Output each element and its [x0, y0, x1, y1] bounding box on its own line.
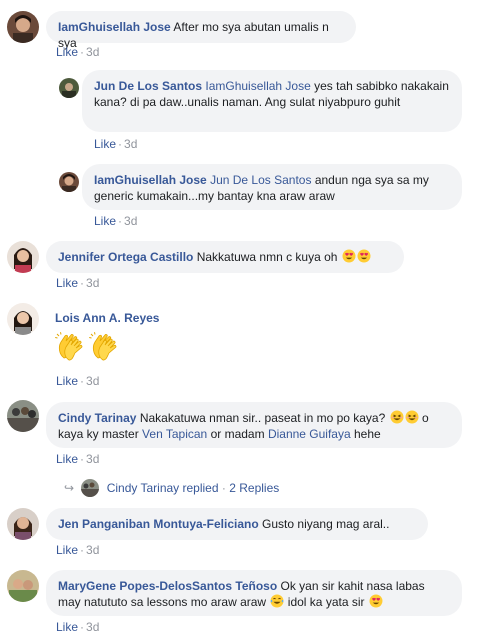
like-link[interactable]: Like — [56, 452, 78, 466]
comment-bubble: Lois Ann A. Reyes — [46, 303, 176, 365]
like-link[interactable]: Like — [56, 276, 78, 290]
replies-author: Cindy Tarinay replied — [106, 481, 219, 495]
comment-bubble: IamGhuisellah Jose Jun De Los Santos and… — [82, 164, 462, 210]
timestamp[interactable]: 3d — [86, 374, 99, 388]
view-replies-link[interactable]: ↪ Cindy Tarinay replied · 2 Replies — [64, 479, 279, 497]
clapping-hands-emoji — [55, 332, 83, 361]
comment-meta: Like · 3d — [56, 374, 100, 388]
avatar[interactable] — [59, 78, 79, 98]
comment-author[interactable]: Jen Panganiban Montuya-Feliciano — [58, 517, 259, 531]
grinning-squint-emoji — [404, 410, 419, 424]
replies-count: 2 Replies — [229, 481, 280, 495]
like-link[interactable]: Like — [94, 137, 116, 151]
comment-author[interactable]: IamGhuisellah Jose — [94, 173, 207, 187]
avatar[interactable] — [7, 241, 39, 273]
comment-meta: Like · 3d — [56, 45, 100, 59]
comment-bubble: Cindy Tarinay Nakakatuwa nman sir.. pase… — [46, 402, 462, 448]
heart-eyes-emoji — [342, 249, 356, 263]
avatar — [81, 479, 100, 497]
mention-link[interactable]: Jun De Los Santos — [210, 173, 311, 187]
timestamp[interactable]: 3d — [86, 45, 99, 59]
comment-text: idol ka yata sir — [287, 595, 365, 609]
comment-bubble: Jen Panganiban Montuya-Feliciano Gusto n… — [46, 508, 428, 540]
comment-text: hehe — [354, 427, 381, 441]
comment-author[interactable]: MaryGene Popes-DelosSantos Teñoso — [58, 579, 277, 593]
avatar[interactable] — [7, 303, 39, 335]
comment-meta: Like · 3d — [56, 620, 100, 634]
like-link[interactable]: Like — [56, 620, 78, 634]
comment-author[interactable]: Cindy Tarinay — [58, 411, 136, 425]
heart-eyes-emoji — [369, 594, 383, 608]
reply-arrow-icon: ↪ — [64, 481, 75, 495]
mention-link[interactable]: Ven Tapican — [142, 427, 207, 441]
avatar[interactable] — [7, 11, 39, 43]
timestamp[interactable]: 3d — [86, 620, 99, 634]
timestamp[interactable]: 3d — [86, 276, 99, 290]
like-link[interactable]: Like — [56, 45, 78, 59]
comment-text: Nakkatuwa nmn c kuya oh — [196, 250, 338, 264]
mention-link[interactable]: Dianne Guifaya — [268, 427, 351, 441]
mention-link[interactable]: IamGhuisellah Jose — [205, 79, 310, 93]
timestamp[interactable]: 3d — [124, 214, 137, 228]
comment-author[interactable]: Jun De Los Santos — [94, 79, 202, 93]
avatar[interactable] — [7, 400, 39, 432]
avatar[interactable] — [7, 570, 39, 602]
like-link[interactable]: Like — [56, 374, 78, 388]
heart-eyes-emoji — [357, 249, 371, 263]
clapping-hands-emoji — [89, 332, 117, 361]
comment-author[interactable]: Lois Ann A. Reyes — [55, 310, 167, 326]
comment-meta: Like · 3d — [56, 276, 100, 290]
avatar[interactable] — [7, 508, 39, 540]
comment-author[interactable]: Jennifer Ortega Castillo — [58, 250, 193, 264]
like-link[interactable]: Like — [94, 214, 116, 228]
like-link[interactable]: Like — [56, 543, 78, 557]
grinning-squint-emoji — [389, 410, 404, 424]
replies-separator: · — [221, 481, 226, 495]
comment-meta: Like · 3d — [56, 543, 100, 557]
comment-meta: Like · 3d — [56, 452, 100, 466]
comment-bubble: IamGhuisellah Jose After mo sya abutan u… — [46, 11, 356, 50]
timestamp[interactable]: 3d — [86, 543, 99, 557]
tears-of-joy-emoji — [270, 594, 285, 608]
comment-text: Gusto niyang mag aral.. — [262, 517, 390, 531]
comment-text: Nakakatuwa nman sir.. paseat in mo po ka… — [139, 411, 386, 425]
comment-author[interactable]: IamGhuisellah Jose — [58, 20, 171, 34]
avatar[interactable] — [59, 172, 79, 192]
comment-bubble: Jun De Los Santos IamGhuisellah Jose yes… — [82, 70, 462, 132]
timestamp[interactable]: 3d — [86, 452, 99, 466]
comment-meta: Like · 3d — [94, 214, 138, 228]
comment-bubble: Jennifer Ortega Castillo Nakkatuwa nmn c… — [46, 241, 404, 273]
comment-text: or madam — [210, 427, 265, 441]
timestamp[interactable]: 3d — [124, 137, 137, 151]
comment-meta: Like · 3d — [94, 137, 138, 151]
comment-bubble: MaryGene Popes-DelosSantos Teñoso Ok yan… — [46, 570, 462, 616]
